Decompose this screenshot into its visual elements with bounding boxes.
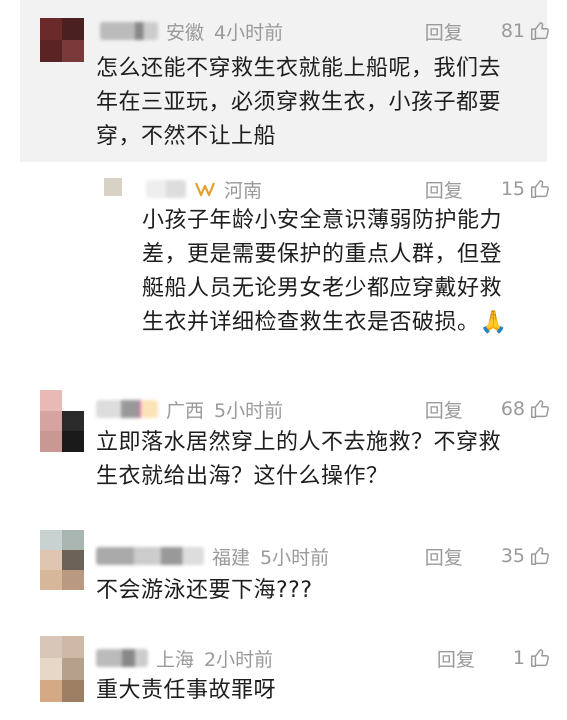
thumbs-up-icon[interactable] bbox=[529, 647, 551, 669]
comment-actions: 回复 15 bbox=[425, 174, 551, 204]
time-label: 5小时前 bbox=[214, 399, 284, 422]
comment-line: 生衣并详细检查救生衣是否破损。🙏 bbox=[142, 310, 508, 335]
thumbs-up-icon[interactable] bbox=[529, 20, 551, 42]
comment-meta: 河南 bbox=[146, 174, 272, 204]
like-count: 35 bbox=[500, 545, 525, 567]
reply-button[interactable]: 回复 bbox=[437, 645, 475, 672]
reply-button[interactable]: 回复 bbox=[425, 396, 463, 423]
location-label: 安徽 bbox=[166, 21, 205, 44]
like-count: 81 bbox=[500, 20, 525, 42]
thumbs-up-icon[interactable] bbox=[529, 398, 551, 420]
like-count: 15 bbox=[500, 178, 525, 200]
username-blurred[interactable] bbox=[96, 400, 158, 418]
comment-line: 立即落水居然穿上的人不去施救？不穿救 bbox=[96, 430, 502, 455]
comment-actions: 回复 81 bbox=[425, 16, 551, 46]
location-label: 河南 bbox=[224, 179, 263, 202]
comment-actions: 回复 68 bbox=[425, 394, 551, 424]
username-blurred[interactable] bbox=[96, 649, 148, 667]
comment-meta: 安徽 4小时前 bbox=[100, 16, 283, 46]
username-blurred[interactable] bbox=[96, 547, 204, 565]
comment-line: 穿，不然不让上船 bbox=[96, 124, 277, 149]
comment-text: 怎么还能不穿救生衣就能上船呢，我们去 年在三亚玩，必须穿救生衣，小孩子都要 穿，… bbox=[96, 52, 501, 154]
comment-actions: 回复 1 bbox=[437, 643, 551, 673]
comment-line: 小孩子年龄小安全意识薄弱防护能力 bbox=[142, 208, 503, 233]
comment-line: 不会游泳还要下海??? bbox=[96, 578, 313, 603]
like-count: 68 bbox=[500, 398, 525, 420]
reply-button[interactable]: 回复 bbox=[425, 543, 463, 570]
comment-line: 怎么还能不穿救生衣就能上船呢，我们去 bbox=[96, 56, 502, 81]
comment-line: 差，更是需要保护的重点人群，但登 bbox=[142, 242, 503, 267]
reply-button[interactable]: 回复 bbox=[425, 176, 463, 203]
username-blurred[interactable] bbox=[146, 180, 186, 198]
location-label: 上海 bbox=[156, 648, 195, 671]
comment-text: 重大责任事故罪呀 bbox=[96, 674, 276, 708]
comment-line: 生衣就给出海？这什么操作？ bbox=[96, 464, 389, 489]
time-label: 2小时前 bbox=[204, 648, 274, 671]
username-blurred[interactable] bbox=[100, 22, 158, 40]
comment-actions: 回复 35 bbox=[425, 541, 551, 571]
avatar[interactable] bbox=[104, 178, 140, 214]
location-label: 广西 bbox=[166, 399, 205, 422]
badge-icon bbox=[194, 182, 216, 197]
time-label: 4小时前 bbox=[214, 21, 284, 44]
time-label: 5小时前 bbox=[260, 546, 330, 569]
comment-line: 年在三亚玩，必须穿救生衣，小孩子都要 bbox=[96, 90, 502, 115]
avatar[interactable] bbox=[40, 636, 84, 702]
comment-meta: 上海 2小时前 bbox=[96, 643, 273, 673]
avatar[interactable] bbox=[40, 18, 84, 62]
comment-text: 立即落水居然穿上的人不去施救？不穿救 生衣就给出海？这什么操作？ bbox=[96, 426, 501, 494]
thumbs-up-icon[interactable] bbox=[529, 545, 551, 567]
comment-text: 不会游泳还要下海??? bbox=[96, 574, 313, 608]
comment-meta: 福建 5小时前 bbox=[96, 541, 329, 571]
comment-meta: 广西 5小时前 bbox=[96, 394, 283, 424]
avatar[interactable] bbox=[40, 390, 84, 452]
like-count: 1 bbox=[512, 647, 525, 669]
location-label: 福建 bbox=[212, 546, 251, 569]
avatar[interactable] bbox=[40, 530, 84, 590]
comment-line: 艇船人员无论男女老少都应穿戴好救 bbox=[142, 276, 503, 301]
thumbs-up-icon[interactable] bbox=[529, 178, 551, 200]
comment-text: 小孩子年龄小安全意识薄弱防护能力 差，更是需要保护的重点人群，但登 艇船人员无论… bbox=[142, 204, 507, 340]
comment-line: 重大责任事故罪呀 bbox=[96, 678, 277, 703]
reply-button[interactable]: 回复 bbox=[425, 18, 463, 45]
